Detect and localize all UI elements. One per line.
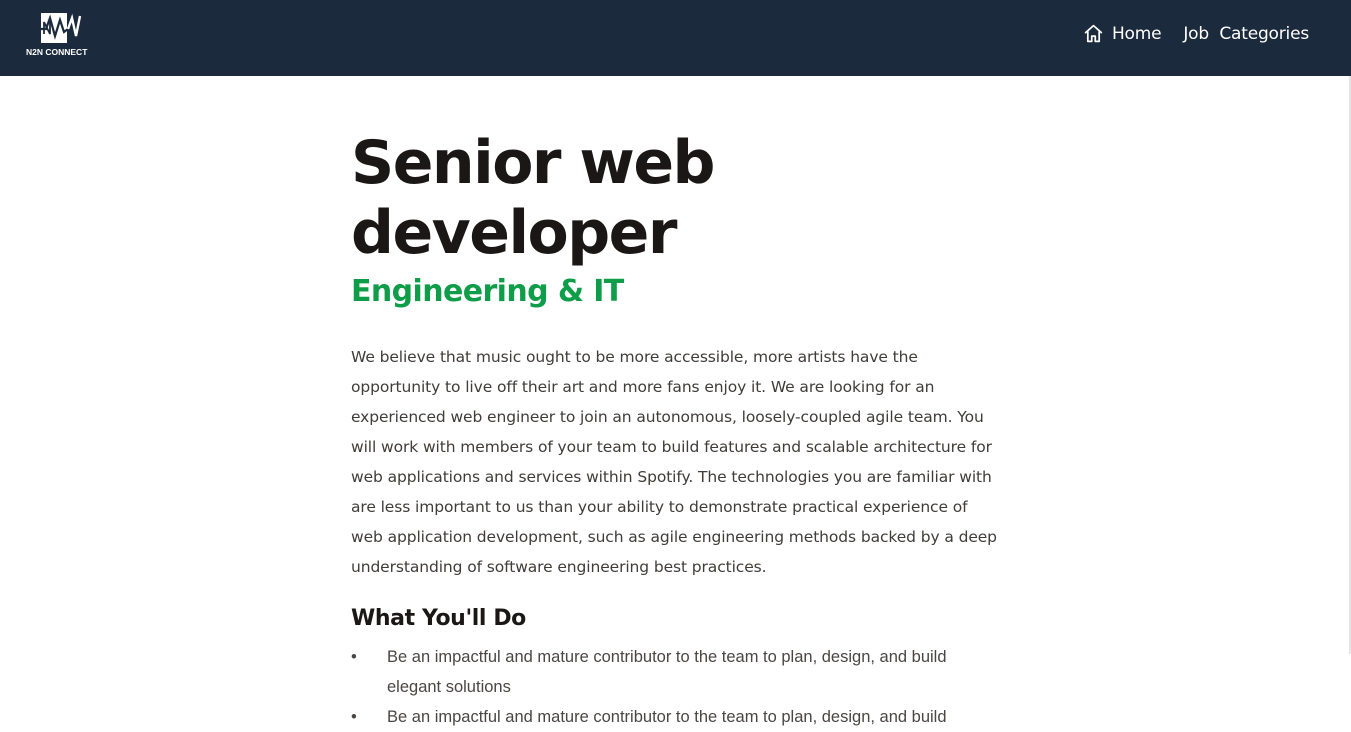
section-heading-what-youll-do: What You'll Do (351, 606, 526, 631)
top-navbar: N2N CONNECT Home Job Categories (0, 0, 1351, 76)
job-category: Engineering & IT (351, 274, 624, 309)
job-detail: Senior web developer Engineering & IT We… (351, 128, 1001, 732)
bullet-icon: • (351, 708, 357, 726)
nav-home-link[interactable]: Home (1083, 23, 1162, 44)
list-item: • Be an impactful and mature contributor… (351, 702, 1001, 732)
job-title: Senior web developer (351, 128, 715, 268)
duties-list: • Be an impactful and mature contributor… (351, 642, 1001, 732)
job-description: We believe that music ought to be more a… (351, 348, 997, 576)
main-nav: Home Job Categories (1083, 23, 1309, 44)
home-icon (1084, 24, 1103, 43)
brand-logo[interactable]: N2N CONNECT (26, 12, 88, 60)
nav-job-categories-label: Job Categories (1183, 23, 1309, 44)
duty-text: Be an impactful and mature contributor t… (387, 708, 947, 726)
list-item: • Be an impactful and mature contributor… (351, 642, 1001, 702)
brand-name: N2N CONNECT (26, 47, 88, 57)
bullet-icon: • (351, 648, 357, 666)
duty-text: Be an impactful and mature contributor t… (387, 648, 947, 696)
nav-job-categories-link[interactable]: Job Categories (1183, 24, 1309, 44)
nav-home-label: Home (1111, 23, 1162, 44)
n2n-logo-icon (38, 13, 84, 43)
